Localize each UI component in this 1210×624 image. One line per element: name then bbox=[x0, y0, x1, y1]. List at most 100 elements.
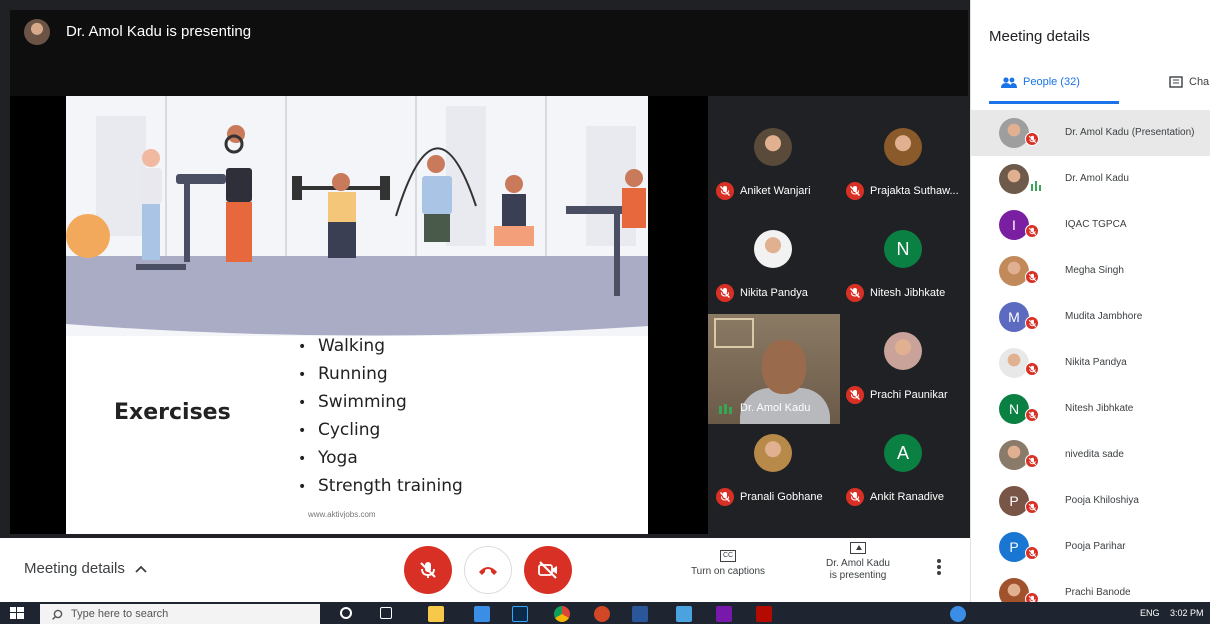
photoshop-icon[interactable] bbox=[512, 606, 528, 622]
taskbar-search-box[interactable]: Type here to search bbox=[40, 604, 320, 624]
presenter-avatar bbox=[24, 19, 50, 45]
windows-taskbar: Type here to search ENG 3:02 PM bbox=[0, 602, 1210, 624]
tab-chat[interactable]: Cha bbox=[1169, 76, 1209, 88]
participant-name: nivedita sade bbox=[1065, 449, 1124, 460]
onenote-icon[interactable] bbox=[716, 606, 732, 622]
participant-tile[interactable]: Prachi Paunikar bbox=[838, 314, 968, 416]
tab-people-label: People (32) bbox=[1023, 76, 1080, 88]
participant-row[interactable]: P Pooja Parihar bbox=[971, 524, 1210, 570]
wall-frame bbox=[714, 318, 754, 348]
participant-row[interactable]: Megha Singh bbox=[971, 248, 1210, 294]
mic-off-icon bbox=[1025, 546, 1039, 560]
bullet-text: Walking bbox=[318, 336, 385, 356]
present-screen-icon bbox=[850, 542, 866, 554]
participant-name: Nitesh Jibhkate bbox=[1065, 403, 1134, 414]
participant-name: Pranali Gobhane bbox=[740, 491, 823, 503]
participant-avatar: M bbox=[999, 302, 1029, 332]
mic-off-icon bbox=[716, 182, 734, 200]
participant-list: Dr. Amol Kadu (Presentation) Dr. Amol Kad… bbox=[971, 110, 1210, 602]
participant-tile[interactable]: A Ankit Ranadive bbox=[838, 416, 968, 518]
camera-toggle-button[interactable] bbox=[524, 546, 572, 594]
leave-call-button[interactable] bbox=[464, 546, 512, 594]
participant-row[interactable]: nivedita sade bbox=[971, 432, 1210, 478]
acrobat-icon[interactable] bbox=[756, 606, 772, 622]
slide-bullet-item: • Yoga bbox=[298, 444, 463, 472]
mail-icon[interactable] bbox=[474, 606, 490, 622]
participant-avatar: P bbox=[999, 486, 1029, 516]
participant-row[interactable]: Dr. Amol Kadu (Presentation) bbox=[971, 110, 1210, 156]
chevron-up-icon bbox=[135, 565, 147, 573]
mic-off-icon bbox=[1025, 132, 1039, 146]
participant-name: Mudita Jambhore bbox=[1065, 311, 1143, 322]
present-now-button[interactable]: Dr. Amol Kadu is presenting bbox=[812, 542, 904, 582]
active-tab-indicator bbox=[989, 101, 1119, 104]
slide-watermark: www.aktivjobs.com bbox=[308, 510, 376, 519]
search-placeholder: Type here to search bbox=[71, 608, 169, 620]
slide-bullet-item: • Swimming bbox=[298, 388, 463, 416]
mic-off-icon bbox=[846, 386, 864, 404]
present-line-2: is presenting bbox=[829, 570, 887, 581]
clock[interactable]: 3:02 PM bbox=[1170, 608, 1204, 618]
closed-captions-icon: CC bbox=[720, 550, 736, 562]
participant-name: Prachi Banode bbox=[1065, 587, 1131, 598]
mic-off-icon bbox=[1025, 454, 1039, 468]
mic-off-icon bbox=[1025, 224, 1039, 238]
participant-tile[interactable]: Nikita Pandya bbox=[708, 212, 838, 314]
participant-name: Nitesh Jibhkate bbox=[870, 287, 946, 299]
hang-up-icon bbox=[479, 567, 497, 575]
word-icon[interactable] bbox=[632, 606, 648, 622]
participant-row[interactable]: M Mudita Jambhore bbox=[971, 294, 1210, 340]
meeting-details-button[interactable]: Meeting details bbox=[24, 560, 147, 577]
bullet-dot-icon: • bbox=[298, 395, 307, 411]
powerpoint-icon[interactable] bbox=[594, 606, 610, 622]
meeting-details-panel: Meeting details People (32) Cha Dr. Amol… bbox=[970, 0, 1210, 602]
windows-start-icon[interactable] bbox=[10, 607, 24, 619]
bullet-text: Running bbox=[318, 364, 388, 384]
mic-off-icon bbox=[846, 488, 864, 506]
more-options-button[interactable] bbox=[936, 558, 942, 581]
cortana-icon[interactable] bbox=[340, 607, 352, 619]
participant-tile[interactable]: Prajakta Suthaw... bbox=[838, 110, 968, 212]
file-explorer-icon[interactable] bbox=[428, 606, 444, 622]
bullet-dot-icon: • bbox=[298, 339, 307, 355]
tab-people[interactable]: People (32) bbox=[1001, 76, 1080, 88]
photos-icon[interactable] bbox=[676, 606, 692, 622]
mic-toggle-button[interactable] bbox=[404, 546, 452, 594]
participant-row[interactable]: I IQAC TGPCA bbox=[971, 202, 1210, 248]
language-indicator[interactable]: ENG bbox=[1140, 608, 1160, 618]
slide-bullet-item: • Running bbox=[298, 360, 463, 388]
participant-avatar bbox=[999, 348, 1029, 378]
mic-off-icon bbox=[1025, 362, 1039, 376]
gym-illustration bbox=[66, 96, 648, 336]
participant-row[interactable]: N Nitesh Jibhkate bbox=[971, 386, 1210, 432]
participant-name: Dr. Amol Kadu bbox=[1065, 173, 1129, 184]
participant-row[interactable]: Nikita Pandya bbox=[971, 340, 1210, 386]
participant-video-tile[interactable]: Dr. Amol Kadu bbox=[708, 314, 840, 424]
participant-row[interactable]: Dr. Amol Kadu bbox=[971, 156, 1210, 202]
participant-row[interactable]: P Pooja Khiloshiya bbox=[971, 478, 1210, 524]
participant-avatar bbox=[754, 230, 792, 268]
participant-avatar bbox=[884, 128, 922, 166]
speaking-indicator-icon bbox=[1031, 178, 1041, 196]
bullet-text: Yoga bbox=[318, 448, 358, 468]
help-icon[interactable] bbox=[950, 606, 966, 622]
bullet-dot-icon: • bbox=[298, 367, 307, 383]
bullet-text: Strength training bbox=[318, 476, 463, 496]
task-view-icon[interactable] bbox=[380, 607, 392, 619]
bullet-dot-icon: • bbox=[298, 479, 307, 495]
participant-name: Nikita Pandya bbox=[740, 287, 808, 299]
mic-off-icon bbox=[1025, 408, 1039, 422]
mic-off-icon bbox=[1025, 316, 1039, 330]
presentation-frame[interactable]: Exercises • Walking • Running • Swimming • Cycl… bbox=[10, 96, 708, 534]
participant-avatar bbox=[999, 440, 1029, 470]
participant-tile[interactable]: Aniket Wanjari bbox=[708, 110, 838, 212]
chrome-icon[interactable] bbox=[554, 606, 570, 622]
participant-tile[interactable]: N Nitesh Jibhkate bbox=[838, 212, 968, 314]
meeting-details-label: Meeting details bbox=[24, 560, 125, 577]
participant-name: Prachi Paunikar bbox=[870, 389, 948, 401]
participant-row[interactable]: Prachi Banode bbox=[971, 570, 1210, 602]
tab-chat-label: Cha bbox=[1189, 76, 1210, 88]
participant-tile[interactable]: Pranali Gobhane bbox=[708, 416, 838, 518]
presentation-slide: Exercises • Walking • Running • Swimming • Cycl… bbox=[66, 96, 648, 534]
captions-button[interactable]: CC Turn on captions bbox=[680, 550, 776, 577]
